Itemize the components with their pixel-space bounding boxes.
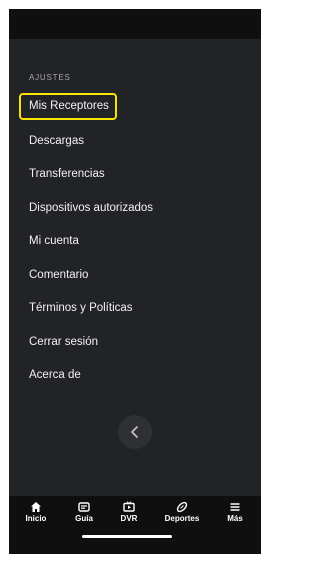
menu-item-transferencias[interactable]: Transferencias — [29, 168, 105, 180]
menu-item-terminos-politicas[interactable]: Términos y Políticas — [29, 302, 133, 314]
tab-deportes[interactable]: Deportes — [158, 501, 206, 531]
menu-item-mi-cuenta[interactable]: Mi cuenta — [29, 235, 79, 247]
tab-dvr[interactable]: DVR — [105, 501, 153, 531]
menu-item-descargas[interactable]: Descargas — [29, 135, 84, 147]
tab-label: Deportes — [164, 514, 200, 523]
tab-label: Guía — [75, 514, 93, 523]
status-bar — [9, 9, 261, 39]
tab-label: DVR — [120, 514, 138, 523]
home-indicator[interactable] — [82, 535, 172, 538]
menu-item-dispositivos-autorizados[interactable]: Dispositivos autorizados — [29, 202, 153, 214]
app-screen: AJUSTES Mis Receptores Descargas Transfe… — [9, 9, 261, 554]
collapse-menu-button[interactable] — [118, 415, 152, 449]
tab-inicio[interactable]: Inicio — [12, 501, 60, 531]
football-icon — [176, 501, 188, 513]
menu-item-mis-receptores[interactable]: Mis Receptores — [19, 93, 117, 120]
chevron-left-icon — [131, 426, 138, 438]
tab-label: Inicio — [25, 514, 47, 523]
tab-guia[interactable]: Guía — [60, 501, 108, 531]
tab-label: Más — [227, 514, 243, 523]
menu-item-cerrar-sesion[interactable]: Cerrar sesión — [29, 336, 98, 348]
menu-item-comentario[interactable]: Comentario — [29, 269, 88, 281]
guide-icon — [78, 502, 90, 512]
tv-icon — [123, 501, 135, 512]
menu-icon — [230, 503, 240, 511]
tab-mas[interactable]: Más — [211, 501, 259, 531]
menu-item-acerca-de[interactable]: Acerca de — [29, 369, 81, 381]
section-title: AJUSTES — [29, 73, 71, 82]
bottom-tab-bar: Inicio Guía DVR Deportes Más — [9, 496, 261, 554]
home-icon — [31, 502, 41, 512]
